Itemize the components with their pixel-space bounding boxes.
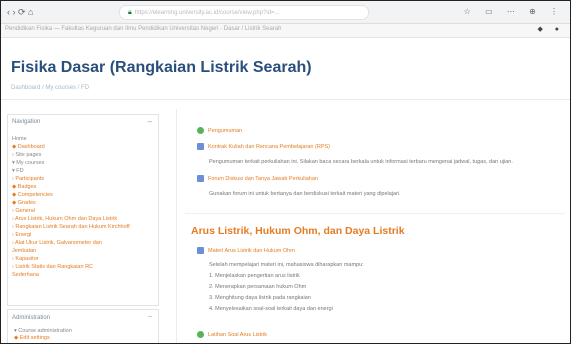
address-bar[interactable]: 🔒︎ https://elearning.university.ac.id/cou…: [119, 5, 369, 20]
screenshot-frame: ‹ › ⟳ ⌂ 🔒︎ https://elearning.university.a…: [0, 0, 571, 344]
sidebar-tree-item[interactable]: ◆ Grades: [12, 199, 152, 207]
administration-tree: ▾ Course administration ◆ Edit settings: [14, 328, 72, 342]
activity-description: Pengumuman terkait perkuliahan ini. Sila…: [209, 159, 513, 165]
sidebar-tree-item[interactable]: › Kapasitor: [12, 255, 152, 263]
browser-toolbar: ‹ › ⟳ ⌂ 🔒︎ https://elearning.university.a…: [1, 1, 570, 24]
url-text: https://elearning.university.ac.id/cours…: [134, 10, 280, 16]
objectives-intro: Setelah mempelajari materi ini, mahasisw…: [209, 262, 364, 268]
section-divider: [185, 213, 565, 214]
navigation-tree: Home ◆ Dashboard › Site pages ▾ My courses …: [12, 135, 152, 279]
activity-description: Gunakan forum ini untuk bertanya dan ber…: [209, 191, 401, 197]
lock-icon: 🔒︎: [128, 9, 132, 16]
navigation-block: Navigation – Home ◆ Dashboard › Site pages…: [7, 114, 159, 306]
page-icon: [197, 247, 204, 254]
sidebar-tree-item[interactable]: › Alat Ukur Listrik, Galvanometer dan: [12, 239, 152, 247]
activity-exercise[interactable]: Latihan Soal Arus Listrik: [197, 331, 267, 338]
collapse-icon[interactable]: –: [148, 117, 152, 126]
browser-nav-buttons[interactable]: ‹ › ⟳ ⌂: [7, 7, 33, 18]
sidebar-tree-item[interactable]: › Energi: [12, 231, 152, 239]
sidebar-tree-item[interactable]: › Site pages: [12, 151, 152, 159]
sidebar-tree-item[interactable]: › Participants: [12, 175, 152, 183]
site-header: Pendidikan Fisika — Fakultas Keguruan da…: [1, 24, 570, 38]
section-title: Arus Listrik, Hukum Ohm, dan Daya Listri…: [191, 225, 405, 237]
sidebar-tree-item[interactable]: › Arus Listrik, Hukum Ohm dan Daya Listr…: [12, 215, 152, 223]
sidebar-tree-item[interactable]: › Rangkaian Listrik Searah dan Hukum Kir…: [12, 223, 152, 231]
administration-block: Administration – ▾ Course administration…: [7, 309, 159, 343]
activity-material[interactable]: Materi Arus Listrik dan Hukum Ohm: [197, 247, 295, 254]
sidebar-tree-item[interactable]: ▾ FD: [12, 167, 152, 175]
collapse-icon[interactable]: –: [148, 313, 152, 320]
file-icon: [197, 143, 204, 150]
sidebar-tree-item[interactable]: Sederhana: [12, 271, 152, 279]
sidebar-tree-item[interactable]: Home: [12, 135, 152, 143]
quiz-icon: [197, 331, 204, 338]
sidebar-tree-item[interactable]: ◆ Competencies: [12, 191, 152, 199]
activity-forum[interactable]: Forum Diskusi dan Tanya Jawab Perkuliaha…: [197, 175, 318, 182]
forum-icon: [197, 127, 204, 134]
admin-tree-item[interactable]: ◆ Edit settings: [14, 335, 72, 342]
header-divider: [1, 99, 570, 100]
activity-link[interactable]: Latihan Soal Arus Listrik: [208, 332, 267, 338]
page-title: Fisika Dasar (Rangkaian Listrik Searah): [11, 59, 312, 76]
objective-item: 4. Menyelesaikan soal-soal terkait daya …: [209, 306, 333, 312]
sidebar-tree-item[interactable]: › Listrik Statis dan Rangkaian RC: [12, 263, 152, 271]
activity-link[interactable]: Pengumuman: [208, 128, 242, 134]
activity-link[interactable]: Materi Arus Listrik dan Hukum Ohm: [208, 248, 295, 254]
admin-tree-item[interactable]: ▾ Course administration: [14, 328, 72, 335]
sidebar-tree-item[interactable]: Jembatan: [12, 247, 152, 255]
sidebar-tree-item[interactable]: ▾ My courses: [12, 159, 152, 167]
objective-item: 3. Menghitung daya listrik pada rangkaia…: [209, 295, 311, 301]
user-menu[interactable]: ◆ ●: [537, 25, 564, 33]
objective-item: 1. Menjelaskan pengertian arus listrik: [209, 273, 300, 279]
objective-item: 2. Menerapkan persamaan hukum Ohm: [209, 284, 307, 290]
activity-link[interactable]: Kontrak Kuliah dan Rencana Pembelajaran …: [208, 144, 330, 150]
sidebar-tree-item[interactable]: › General: [12, 207, 152, 215]
sidebar-tree-item[interactable]: ◆ Badges: [12, 183, 152, 191]
site-name-link[interactable]: Pendidikan Fisika — Fakultas Keguruan da…: [5, 26, 281, 32]
administration-block-title: Administration: [12, 315, 51, 321]
browser-action-icons[interactable]: ☆ ▭ ⋯ ⊕ ⋮: [464, 7, 564, 16]
navigation-block-title: Navigation: [12, 119, 41, 125]
sidebar-tree-item[interactable]: ◆ Dashboard: [12, 143, 152, 151]
forum-icon: [197, 175, 204, 182]
course-content: Pengumuman Kontrak Kuliah dan Rencana Pe…: [176, 109, 570, 343]
activity-link[interactable]: Forum Diskusi dan Tanya Jawab Perkuliaha…: [208, 176, 318, 182]
activity-announcements[interactable]: Pengumuman: [197, 127, 242, 134]
activity-course-contract[interactable]: Kontrak Kuliah dan Rencana Pembelajaran …: [197, 143, 330, 150]
breadcrumb[interactable]: Dashboard / My courses / FD: [11, 85, 89, 91]
